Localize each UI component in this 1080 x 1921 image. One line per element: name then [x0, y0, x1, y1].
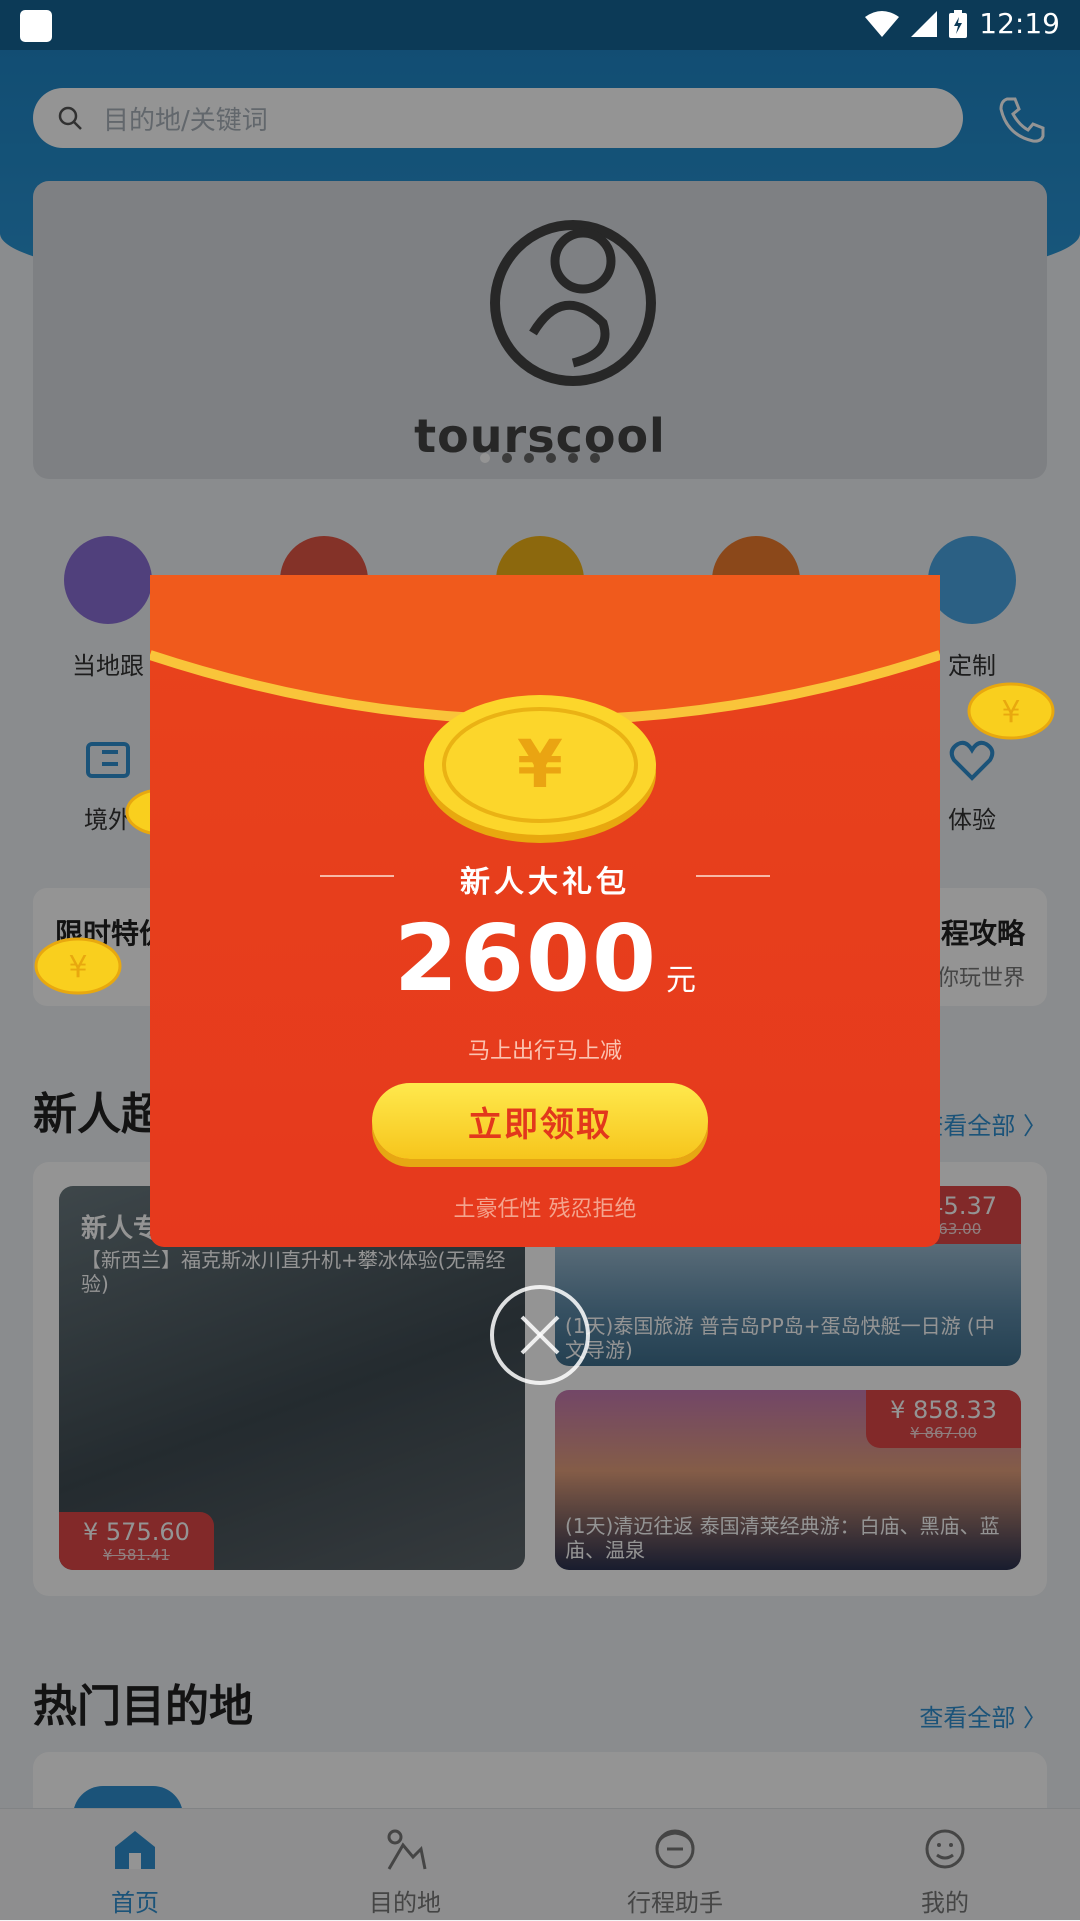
modal-subtitle: 马上出行马上减: [467, 1039, 622, 1064]
app-notification-icon: [20, 10, 52, 42]
signal-icon: [911, 10, 938, 37]
close-icon[interactable]: [488, 1283, 592, 1387]
amount-unit: 元: [666, 963, 697, 998]
battery-icon: [949, 9, 968, 38]
red-envelope-modal: ¥ 新人大礼包 2600 元 马上出行马上减 立即领取 土豪任性 残忍拒绝: [150, 575, 940, 1247]
amount-value: 2600: [393, 905, 659, 1012]
modal-title: 新人大礼包: [460, 865, 630, 900]
big-coin-icon: ¥: [424, 695, 656, 843]
gift-amount: 2600 元: [150, 905, 940, 1012]
svg-text:¥: ¥: [1001, 695, 1020, 730]
wifi-icon: [865, 10, 900, 37]
coin-symbol: ¥: [517, 726, 563, 803]
status-icons: 12:19: [865, 7, 1060, 40]
decline-link[interactable]: 土豪任性 残忍拒绝: [150, 1191, 940, 1223]
status-time: 12:19: [979, 7, 1060, 40]
coin-icon: ¥: [967, 682, 1055, 740]
claim-button[interactable]: 立即领取: [372, 1083, 708, 1159]
coin-icon: ¥: [34, 937, 122, 995]
status-bar: 12:19: [0, 0, 1080, 50]
svg-text:¥: ¥: [68, 950, 87, 985]
